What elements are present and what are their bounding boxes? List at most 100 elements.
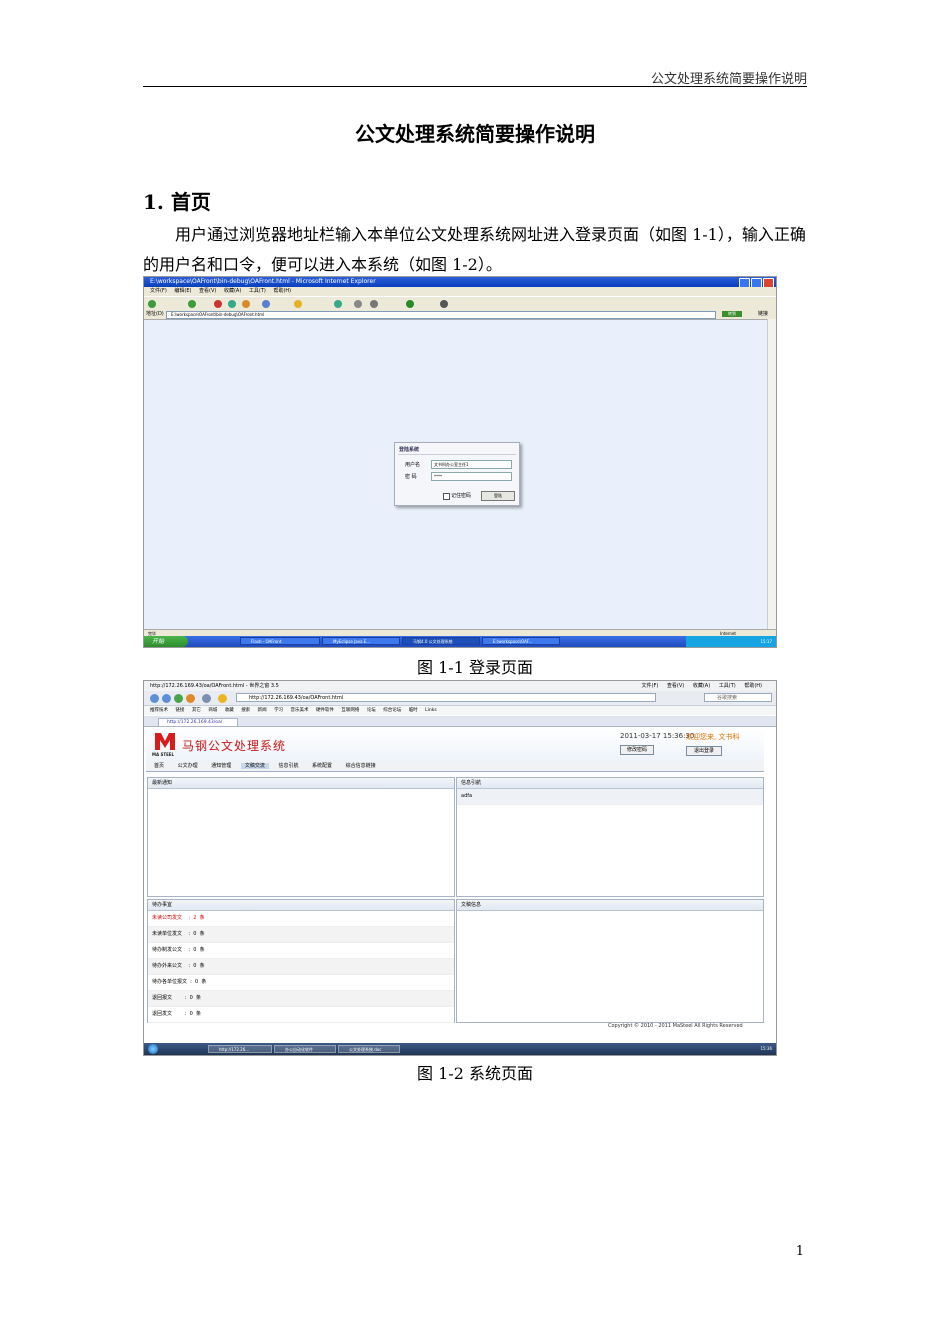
system-page-screenshot: http://172.26.169.43/oa/OAFront.html - 世… [143,680,777,1056]
forward-icon[interactable] [188,300,196,308]
address-label: 地址(D) [146,311,164,317]
tab-info-links[interactable]: 综合信息链接 [342,763,380,769]
tab-document-handling[interactable]: 公文办理 [174,763,202,769]
todo-row[interactable]: 未读单位发文 : 0 条 [148,927,454,943]
remember-checkbox[interactable] [443,493,450,500]
menu-favorites[interactable]: 收藏(A) [693,683,710,689]
favorites-icon[interactable] [294,300,302,308]
panel-title: 待办事宜 [148,900,454,911]
favorite-link[interactable]: 硬件软件 [316,708,334,713]
favorite-link[interactable]: 推荐技术 [150,708,168,713]
favorites-bar: 推荐技术 链接 其它 商城 收藏 搜索 新闻 学习 音乐美术 硬件软件 互联网络… [144,706,776,715]
favorite-link[interactable]: 其它 [192,708,201,713]
back-icon[interactable] [148,300,156,308]
welcome-text: 欢迎您来, 文书科 [686,733,740,741]
favorite-link[interactable]: Links [425,708,437,713]
history-icon[interactable] [334,300,342,308]
address-field[interactable]: E:\workspace\OAFront\bin-debug\OAFront.h… [166,311,716,319]
home-icon[interactable] [186,694,195,703]
section-heading: 1. 首页 [143,190,211,214]
panel-latest-notices: 最新通知 [147,777,455,897]
favorite-link[interactable]: 学习 [274,708,283,713]
search-field[interactable]: 谷歌搜索 [704,693,772,702]
tab-system-config[interactable]: 系统配置 [308,763,336,769]
xp-taskbar: 开始 Flash - OAFront MyEclipse Java E... 马… [144,636,776,647]
back-icon[interactable] [150,694,159,703]
browser-window-title: http://172.26.169.43/oa/OAFront.html - 世… [150,683,279,689]
login-dialog-title: 登陆系统 [399,447,420,453]
taskbar-item[interactable]: E:\workspace\OAF... [482,637,560,645]
go-button[interactable]: 转到 [722,311,742,317]
research-icon[interactable] [440,300,448,308]
taskbar-item[interactable]: MyEclipse Java E... [322,637,400,645]
remember-label: 记住密码 [451,493,472,499]
favorite-link[interactable]: 收藏 [225,708,234,713]
favorite-link[interactable]: 论坛 [367,708,376,713]
print-icon[interactable] [370,300,378,308]
favorite-link[interactable]: 商城 [208,708,217,713]
menu-edit[interactable]: 编辑(E) [174,288,191,294]
tab-home[interactable]: 首页 [150,763,168,769]
menu-view[interactable]: 查看(V) [667,683,684,689]
system-tray-clock: 15:17 [686,636,776,647]
logout-button[interactable]: 退出登录 [686,746,722,756]
forward-icon[interactable] [162,694,171,703]
menu-view[interactable]: 查看(V) [199,288,216,294]
url-field[interactable]: http://172.26.169.43/oa/OAFront.html [236,693,656,702]
guide-item[interactable]: adfa [457,789,763,805]
browser-menu: 文件(F) 查看(V) 收藏(A) 工具(T) 帮助(H) [635,681,762,691]
menu-tools[interactable]: 工具(T) [249,288,266,294]
username-input[interactable]: 文书科办公室主任1 [431,460,512,469]
todo-row[interactable]: 待办外来公文 : 0 条 [148,959,454,975]
todo-row[interactable]: 待办各单位报文 : 0 条 [148,975,454,991]
refresh-icon[interactable] [174,694,183,703]
windows-start-icon[interactable] [148,1044,158,1054]
password-input[interactable]: **** [431,472,512,481]
menu-file[interactable]: 文件(F) [642,683,659,689]
todo-row[interactable]: 待办制发公文 : 0 条 [148,943,454,959]
favorite-link[interactable]: 链接 [175,708,184,713]
panel-title: 信息引航 [457,778,763,789]
taskbar-item[interactable]: 马钢4.0 公文处理系统 [402,637,480,645]
menu-tools[interactable]: 工具(T) [719,683,736,689]
menu-help[interactable]: 帮助(H) [273,288,291,294]
menu-favorites[interactable]: 收藏(A) [224,288,241,294]
undo-icon[interactable] [202,694,211,703]
start-button[interactable]: 开始 [144,636,188,647]
ie-title-bar: E:\workspace\OAFront\bin-debug\OAFront.h… [144,277,776,288]
favorite-link[interactable]: 互联网络 [341,708,359,713]
home-icon[interactable] [242,300,250,308]
panel-info-guide: 信息引航 adfa [456,777,764,897]
todo-row[interactable]: 退回报文 : 0 条 [148,991,454,1007]
menu-help[interactable]: 帮助(H) [744,683,762,689]
mail-icon[interactable] [354,300,362,308]
browser-title-bar: http://172.26.169.43/oa/OAFront.html - 世… [144,681,776,691]
login-button[interactable]: 登陆 [481,491,515,501]
search-icon[interactable] [262,300,270,308]
star-icon[interactable] [218,694,227,703]
favorite-link[interactable]: 搜索 [241,708,250,713]
taskbar-item[interactable]: 办公自动化软件 [274,1045,336,1053]
tab-info-guide[interactable]: 信息引航 [274,763,302,769]
links-label[interactable]: 链接 [758,310,768,319]
todo-row[interactable]: 退回发文 : 0 条 [148,1007,454,1023]
taskbar-item[interactable]: 公文处理系统.doc [338,1045,400,1053]
menu-file[interactable]: 文件(F) [150,288,167,294]
body-paragraph: 用户通过浏览器地址栏输入本单位公文处理系统网址进入登录页面（如图 1-1），输入… [143,225,806,274]
figure-caption-2: 图 1-2 系统页面 [417,1064,533,1083]
change-password-button[interactable]: 修改密码 [620,745,654,755]
tab-draft-exchange[interactable]: 文稿交流 [240,763,269,769]
favorite-link[interactable]: 综合论坛 [383,708,401,713]
favorite-link[interactable]: 新闻 [258,708,267,713]
favorite-link[interactable]: 临时 [409,708,418,713]
stop-icon[interactable] [214,300,222,308]
refresh-icon[interactable] [228,300,236,308]
tab-notice-management[interactable]: 通知管理 [207,763,235,769]
browser-tab[interactable]: http://172.26.169.43/oa/ [158,718,238,726]
taskbar-item[interactable]: http://172.26... [208,1045,272,1053]
page-scrollbar[interactable] [767,319,776,629]
taskbar-item[interactable]: Flash - OAFront [240,637,320,645]
favorite-link[interactable]: 音乐美术 [291,708,309,713]
messenger-icon[interactable] [406,300,414,308]
todo-row[interactable]: 未读公司发文 : 2 条 [148,911,454,927]
